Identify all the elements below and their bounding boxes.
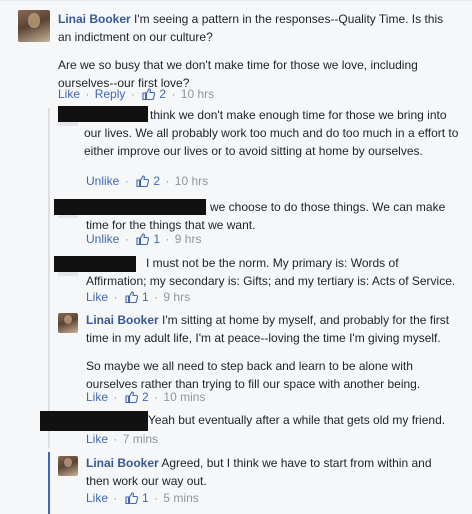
timestamp[interactable]: 5 mins bbox=[163, 491, 198, 505]
like-link[interactable]: Like bbox=[86, 390, 108, 404]
avatar[interactable] bbox=[18, 10, 50, 42]
like-count[interactable]: 2 bbox=[142, 390, 149, 404]
timestamp[interactable]: 9 hrs bbox=[175, 232, 202, 246]
separator: · bbox=[113, 390, 118, 404]
timestamp[interactable]: 10 hrs bbox=[181, 87, 214, 101]
comment-body: Linai Booker Agreed, but I think we have… bbox=[86, 454, 458, 490]
thumbs-up-icon[interactable] bbox=[125, 492, 138, 504]
separator: · bbox=[85, 87, 90, 101]
like-count[interactable]: 1 bbox=[153, 232, 160, 246]
comment-body: I must not be the norm. My primary is: W… bbox=[86, 254, 458, 290]
reply-thread-rail bbox=[48, 108, 50, 448]
separator: · bbox=[113, 290, 118, 304]
timestamp[interactable]: 9 hrs bbox=[163, 290, 190, 304]
avatar[interactable] bbox=[58, 456, 78, 476]
like-link[interactable]: Like bbox=[86, 491, 108, 505]
thumbs-up-icon[interactable] bbox=[125, 291, 138, 303]
comment-text: we choose to do those things. We can mak… bbox=[86, 200, 446, 232]
timestamp[interactable]: 7 mins bbox=[123, 432, 158, 446]
avatar[interactable] bbox=[58, 313, 78, 333]
divider bbox=[0, 0, 472, 1]
unlike-link[interactable]: Unlike bbox=[86, 232, 119, 246]
comment-actions: Like · 1 · 5 mins bbox=[86, 490, 199, 506]
separator: · bbox=[124, 232, 129, 246]
like-count[interactable]: 2 bbox=[153, 174, 160, 188]
reply-link[interactable]: Reply bbox=[95, 87, 126, 101]
comment-thread: Linai Booker I'm seeing a pattern in the… bbox=[0, 0, 472, 514]
like-count[interactable]: 1 bbox=[142, 290, 149, 304]
comment-actions: Unlike · 2 · 10 hrs bbox=[86, 173, 208, 189]
comment-text: I must not be the norm. My primary is: W… bbox=[86, 256, 456, 288]
separator: · bbox=[154, 290, 159, 304]
separator: · bbox=[154, 491, 159, 505]
like-count[interactable]: 2 bbox=[159, 87, 166, 101]
separator: · bbox=[124, 174, 129, 188]
author-link[interactable]: Linai Booker bbox=[86, 456, 159, 470]
unlike-link[interactable]: Unlike bbox=[86, 174, 119, 188]
like-link[interactable]: Like bbox=[86, 432, 108, 446]
author-link[interactable]: Linai Booker bbox=[86, 313, 159, 327]
thumbs-up-icon[interactable] bbox=[142, 88, 156, 100]
separator: · bbox=[154, 390, 159, 404]
like-count[interactable]: 1 bbox=[142, 491, 149, 505]
like-link[interactable]: Like bbox=[86, 290, 108, 304]
comment-body: Linai Booker I'm seeing a pattern in the… bbox=[58, 10, 458, 92]
comment-actions: Unlike · 1 · 9 hrs bbox=[86, 231, 201, 247]
like-link[interactable]: Like bbox=[58, 87, 80, 101]
separator: · bbox=[165, 232, 170, 246]
separator: · bbox=[165, 174, 170, 188]
comment-actions: Like · 1 · 9 hrs bbox=[86, 289, 190, 305]
separator: · bbox=[171, 87, 176, 101]
thumbs-up-icon[interactable] bbox=[136, 175, 150, 187]
comment-actions: Like · 2 · 10 mins bbox=[86, 389, 205, 405]
thumbs-up-icon[interactable] bbox=[125, 391, 138, 403]
redaction-bar bbox=[70, 106, 148, 122]
comment-actions: Like · 7 mins bbox=[86, 431, 158, 447]
comment-body: we choose to do those things. We can mak… bbox=[86, 198, 458, 234]
comment-body: Yeah but eventually after a while that g… bbox=[86, 411, 458, 429]
comment-actions: Like · Reply · 2 · 10 hrs bbox=[58, 86, 214, 102]
reply-thread-rail-active bbox=[48, 452, 50, 514]
timestamp[interactable]: 10 mins bbox=[163, 390, 205, 404]
timestamp[interactable]: 10 hrs bbox=[175, 174, 208, 188]
separator: · bbox=[113, 432, 118, 446]
comment-body: Linai Booker I'm sitting at home by myse… bbox=[86, 311, 458, 393]
author-link[interactable]: Linai Booker bbox=[58, 12, 131, 26]
comment-text: So maybe we all need to step back and le… bbox=[86, 359, 421, 391]
comment-text: Yeah but eventually after a while that g… bbox=[148, 413, 446, 427]
separator: · bbox=[130, 87, 135, 101]
thumbs-up-icon[interactable] bbox=[136, 233, 150, 245]
separator: · bbox=[113, 491, 118, 505]
